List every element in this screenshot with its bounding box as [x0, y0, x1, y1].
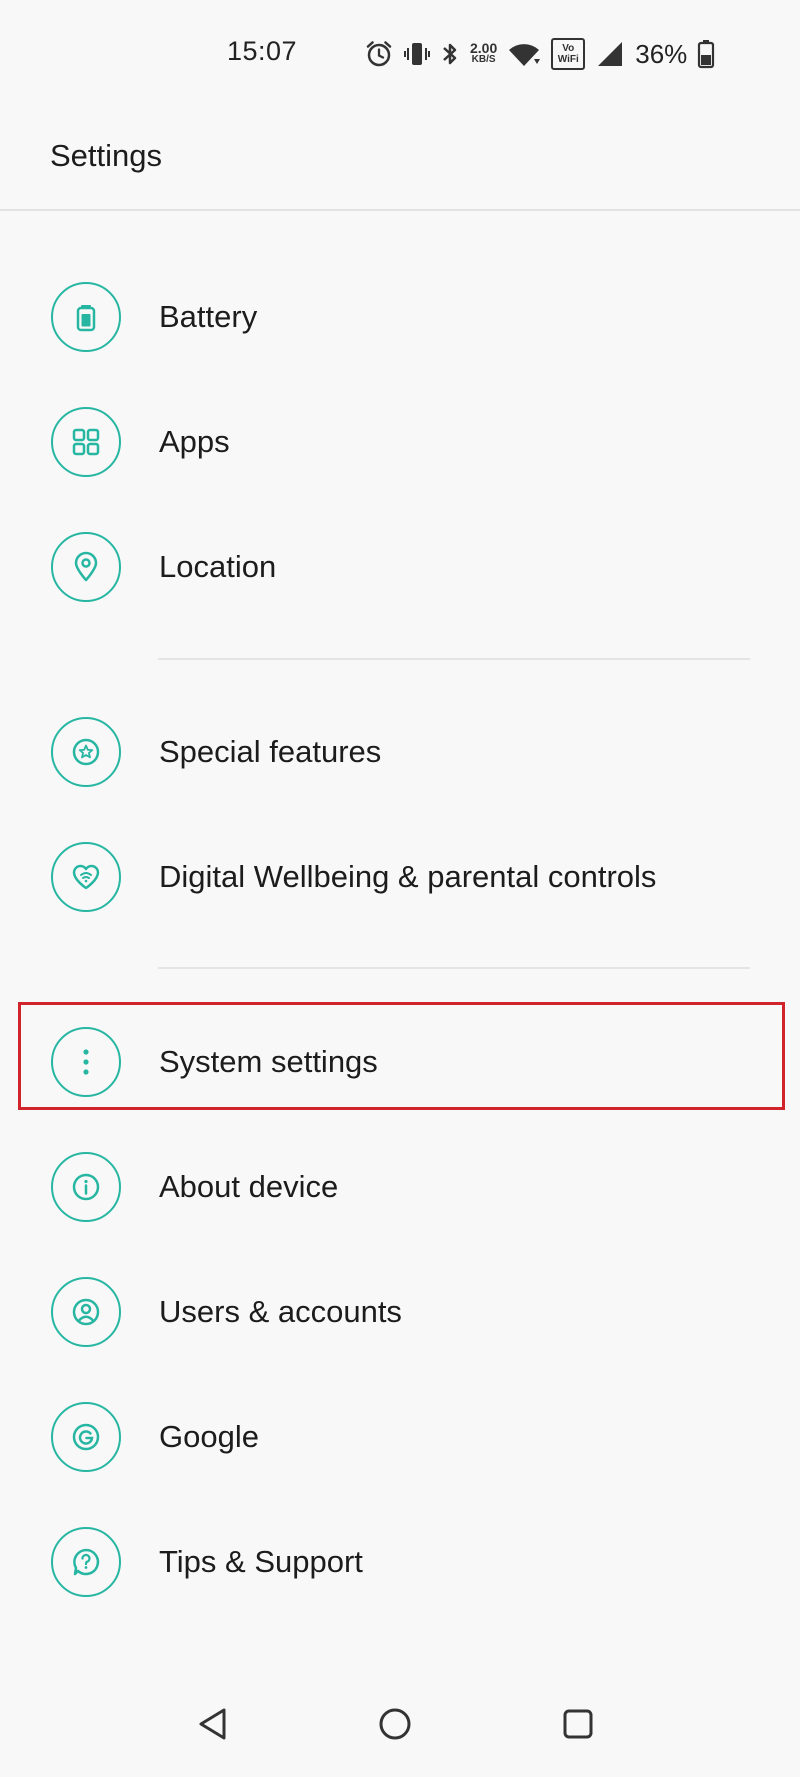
app-bar: Settings — [0, 106, 800, 211]
settings-item-special-features[interactable]: Special features — [0, 690, 800, 815]
more-vertical-icon — [51, 1027, 121, 1097]
home-icon — [379, 1708, 411, 1740]
settings-item-label: Apps — [159, 424, 230, 459]
battery-icon — [697, 38, 715, 70]
back-icon — [199, 1708, 226, 1740]
alarm-icon — [364, 39, 394, 69]
settings-item-location[interactable]: Location — [0, 505, 800, 630]
google-icon — [51, 1402, 121, 1472]
page-title: Settings — [50, 138, 163, 173]
apps-grid-icon — [51, 407, 121, 477]
user-icon — [51, 1277, 121, 1347]
settings-item-google[interactable]: Google — [0, 1375, 800, 1500]
recents-icon — [563, 1709, 593, 1739]
back-button[interactable] — [183, 1694, 243, 1754]
network-speed: 2.00 KB/S — [470, 40, 498, 65]
section-divider — [158, 967, 750, 969]
home-button[interactable] — [365, 1694, 425, 1754]
battery-percent: 36% — [635, 38, 688, 69]
settings-item-label: Special features — [159, 734, 382, 769]
status-time: 15:07 — [227, 36, 298, 66]
settings-item-label: Location — [159, 549, 277, 584]
battery-icon — [51, 282, 121, 352]
recents-button[interactable] — [548, 1694, 608, 1754]
settings-item-label: Digital Wellbeing & parental controls — [159, 859, 657, 894]
settings-item-tips-support[interactable]: Tips & Support — [0, 1500, 800, 1625]
navigation-bar — [0, 1680, 800, 1777]
section-divider — [158, 658, 750, 660]
cell-signal-icon — [595, 39, 625, 69]
status-bar: 15:07 2.00 KB/S Vo WiFi 36% — [0, 0, 800, 106]
settings-item-system-settings[interactable]: System settings — [0, 1000, 800, 1125]
settings-item-battery[interactable]: Battery — [0, 255, 800, 380]
info-icon — [51, 1152, 121, 1222]
settings-item-label: Google — [159, 1419, 259, 1454]
settings-item-label: System settings — [159, 1044, 378, 1079]
location-pin-icon — [51, 532, 121, 602]
settings-item-apps[interactable]: Apps — [0, 380, 800, 505]
settings-item-users-accounts[interactable]: Users & accounts — [0, 1250, 800, 1375]
heart-icon — [51, 842, 121, 912]
vowifi-badge: Vo WiFi — [551, 38, 586, 70]
settings-item-label: Users & accounts — [159, 1294, 402, 1329]
help-icon — [51, 1527, 121, 1597]
vibrate-icon — [404, 39, 430, 69]
bluetooth-icon — [440, 39, 460, 69]
star-icon — [51, 717, 121, 787]
settings-list[interactable]: Battery Apps Location Special features D… — [0, 0, 800, 1777]
wifi-icon — [507, 39, 541, 69]
settings-screen: Battery Apps Location Special features D… — [0, 0, 800, 1777]
settings-item-about-device[interactable]: About device — [0, 1125, 800, 1250]
status-icons: 2.00 KB/S Vo WiFi 36% — [364, 36, 715, 72]
settings-item-label: Tips & Support — [159, 1544, 363, 1579]
settings-item-label: Battery — [159, 299, 258, 334]
settings-item-label: About device — [159, 1169, 339, 1204]
settings-item-digital-wellbeing[interactable]: Digital Wellbeing & parental controls — [0, 815, 800, 940]
